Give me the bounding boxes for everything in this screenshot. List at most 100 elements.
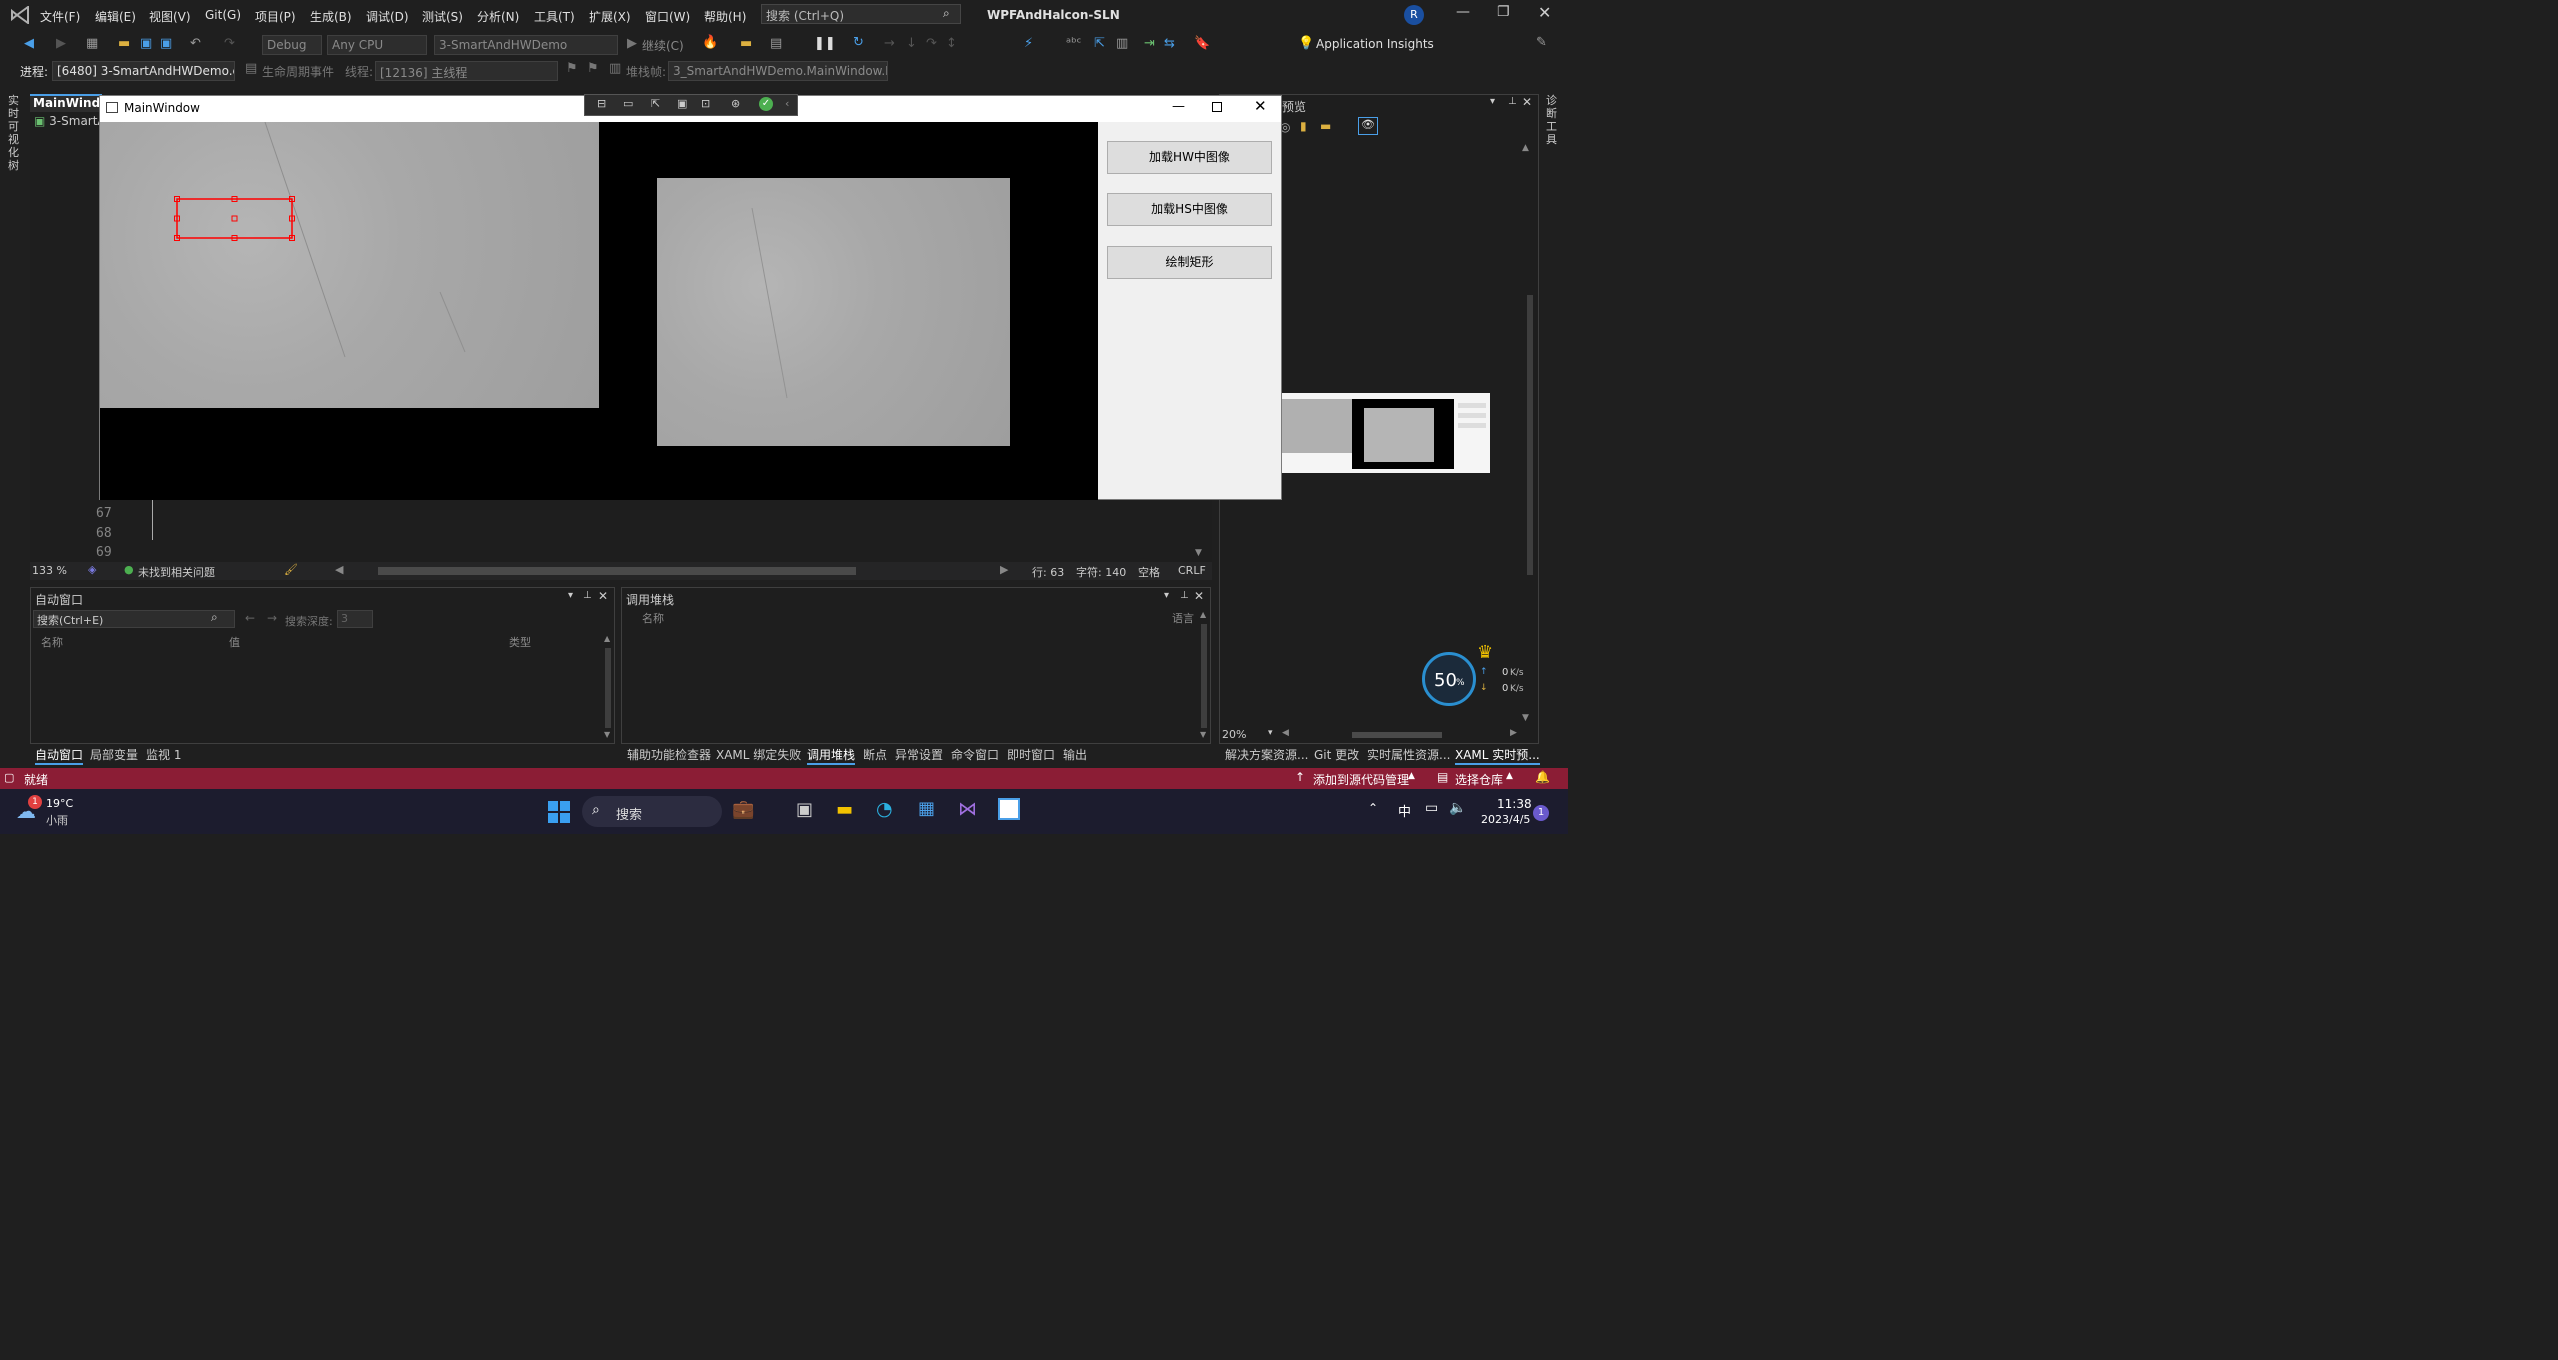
- menu-project[interactable]: 项目(P): [255, 8, 296, 25]
- search-icon[interactable]: ⌕: [211, 610, 218, 625]
- save-icon[interactable]: ▣: [140, 36, 152, 51]
- scroll-down-icon[interactable]: ▼: [604, 730, 610, 739]
- hot-reload-icon[interactable]: 🔥: [702, 35, 718, 50]
- menu-git[interactable]: Git(G): [205, 8, 241, 22]
- stack-frame-select[interactable]: 3_SmartAndHWDemo.MainWindow.E: [668, 61, 888, 81]
- dropdown-icon[interactable]: ▾: [1490, 96, 1495, 107]
- scroll-right-icon[interactable]: ▶: [1000, 563, 1008, 576]
- preview-zoom[interactable]: 20%: [1222, 728, 1246, 741]
- process-select[interactable]: [6480] 3-SmartAndHWDemo.e: [52, 61, 235, 81]
- file-explorer-icon[interactable]: ▬: [836, 799, 853, 820]
- zoom-select[interactable]: 133 %: [32, 564, 67, 577]
- autos-search-input[interactable]: 搜索(Ctrl+E): [33, 610, 235, 628]
- char-indicator[interactable]: 字符: 140: [1076, 564, 1126, 580]
- continue-button[interactable]: 继续(C): [642, 37, 684, 54]
- indent-icon[interactable]: ⇥: [1144, 36, 1155, 51]
- window-maximize-icon[interactable]: [1212, 102, 1222, 112]
- column-header-name[interactable]: 名称: [642, 610, 664, 626]
- ime-indicator[interactable]: 中: [1398, 801, 1411, 820]
- live-visual-tree-tab[interactable]: 实时可视化树: [8, 94, 22, 172]
- issues-status[interactable]: 未找到相关问题: [138, 564, 215, 580]
- redo-icon[interactable]: ↷: [224, 36, 235, 51]
- draw-rectangle-button[interactable]: 绘制矩形: [1107, 246, 1272, 279]
- menu-debug[interactable]: 调试(D): [366, 8, 409, 25]
- tab-command-window[interactable]: 命令窗口: [951, 746, 999, 763]
- close-icon[interactable]: ✕: [1538, 3, 1551, 22]
- column-header-language[interactable]: 语言: [1172, 610, 1194, 626]
- tab-xaml-live-preview[interactable]: XAML 实时预...: [1455, 746, 1540, 765]
- news-widget-icon[interactable]: 💼: [732, 799, 754, 820]
- lifecycle-events-button[interactable]: 生命周期事件: [262, 63, 334, 80]
- column-header-value[interactable]: 值: [229, 634, 240, 650]
- track-focus-icon[interactable]: ⊡: [701, 97, 710, 110]
- add-to-source-control-button[interactable]: 添加到源代码管理: [1313, 771, 1409, 788]
- select-repo-button[interactable]: 选择仓库: [1455, 771, 1503, 788]
- global-search-input[interactable]: 搜索 (Ctrl+Q): [761, 4, 961, 24]
- menu-window[interactable]: 窗口(W): [645, 8, 690, 25]
- search-depth-select[interactable]: 3: [337, 610, 373, 628]
- tab-breakpoints[interactable]: 断点: [863, 746, 887, 763]
- load-hs-image-button[interactable]: 加载HS中图像: [1107, 193, 1272, 226]
- format-icon[interactable]: ⇆: [1164, 36, 1175, 51]
- minimize-icon[interactable]: —: [1456, 4, 1470, 20]
- column-header-type[interactable]: 类型: [509, 634, 531, 650]
- select-element-icon[interactable]: ⇱: [651, 97, 660, 110]
- startup-project-select[interactable]: 3-SmartAndHWDemo: [434, 35, 618, 55]
- scroll-right-icon[interactable]: ▶: [1510, 728, 1517, 738]
- whitespace-indicator[interactable]: 空格: [1138, 564, 1160, 580]
- scroll-left-icon[interactable]: ◀: [1282, 728, 1289, 738]
- brush-icon[interactable]: 🖌: [284, 563, 298, 576]
- filter-icon[interactable]: ▥: [609, 61, 621, 76]
- track-focus-icon[interactable]: ▥: [1116, 36, 1128, 51]
- clock-date[interactable]: 2023/4/5: [1481, 813, 1530, 826]
- arrow-right-icon[interactable]: →: [267, 611, 277, 625]
- pin-icon[interactable]: ⊥: [1508, 96, 1517, 107]
- menu-analyze[interactable]: 分析(N): [477, 8, 519, 25]
- thread-select[interactable]: [12136] 主线程: [375, 61, 558, 81]
- save-all-icon[interactable]: ▣: [160, 36, 172, 51]
- camera-icon[interactable]: ▭: [623, 97, 633, 110]
- menu-extensions[interactable]: 扩展(X): [589, 8, 631, 25]
- tab-watch1[interactable]: 监视 1: [146, 746, 181, 763]
- open-folder-icon[interactable]: ▬: [118, 36, 130, 51]
- network-icon[interactable]: ▭: [1425, 800, 1438, 816]
- scroll-down-icon[interactable]: ▼: [1200, 730, 1206, 739]
- spell-check-icon[interactable]: ᵃᵇᶜ: [1066, 36, 1081, 51]
- platform-select[interactable]: Any CPU: [327, 35, 427, 55]
- preview-ruler-icon[interactable]: ▮: [1300, 119, 1307, 133]
- arrow-left-icon[interactable]: ←: [245, 611, 255, 625]
- bookmark-icon[interactable]: 🔖: [1194, 36, 1210, 51]
- menu-tools[interactable]: 工具(T): [534, 8, 575, 25]
- continue-icon[interactable]: ▶: [627, 36, 637, 51]
- layout-icon[interactable]: ▤: [770, 36, 782, 51]
- flag-icon[interactable]: ⚑: [566, 61, 578, 76]
- editor-tab[interactable]: MainWindo: [30, 94, 102, 112]
- restart-icon[interactable]: ↻: [853, 35, 864, 50]
- window-close-icon[interactable]: ✕: [1254, 97, 1267, 115]
- callstack-vscroll[interactable]: [1201, 624, 1207, 728]
- step-back-icon[interactable]: ↕: [946, 36, 957, 51]
- column-header-name[interactable]: 名称: [41, 634, 63, 650]
- scroll-left-icon[interactable]: ◀: [335, 563, 343, 576]
- menu-edit[interactable]: 编辑(E): [95, 8, 136, 25]
- tab-locals[interactable]: 局部变量: [90, 746, 138, 763]
- user-avatar[interactable]: R: [1404, 5, 1424, 25]
- copilot-icon[interactable]: ◈: [88, 563, 96, 576]
- dropdown-icon[interactable]: ▾: [1164, 590, 1169, 601]
- clock-time[interactable]: 11:38: [1497, 797, 1532, 811]
- pause-icon[interactable]: ❚❚: [814, 36, 836, 51]
- scroll-up-icon[interactable]: ▲: [1522, 143, 1529, 153]
- config-select[interactable]: Debug: [262, 35, 322, 55]
- pin-icon[interactable]: ⊥: [583, 590, 592, 601]
- tab-call-stack[interactable]: 调用堆栈: [807, 746, 856, 765]
- running-app-icon[interactable]: [998, 798, 1020, 820]
- line-indicator[interactable]: 行: 63: [1032, 564, 1064, 580]
- live-tree-icon[interactable]: ⊟: [597, 97, 606, 110]
- restore-icon[interactable]: ❐: [1497, 4, 1510, 20]
- visual-studio-logo-icon[interactable]: [10, 6, 30, 24]
- undo-icon[interactable]: ↶: [190, 36, 201, 51]
- feedback-icon[interactable]: ✎: [1536, 35, 1547, 50]
- autos-vscroll[interactable]: [605, 648, 611, 728]
- panel-close-icon[interactable]: ✕: [598, 589, 608, 603]
- select-element-icon[interactable]: ⇱: [1094, 36, 1105, 51]
